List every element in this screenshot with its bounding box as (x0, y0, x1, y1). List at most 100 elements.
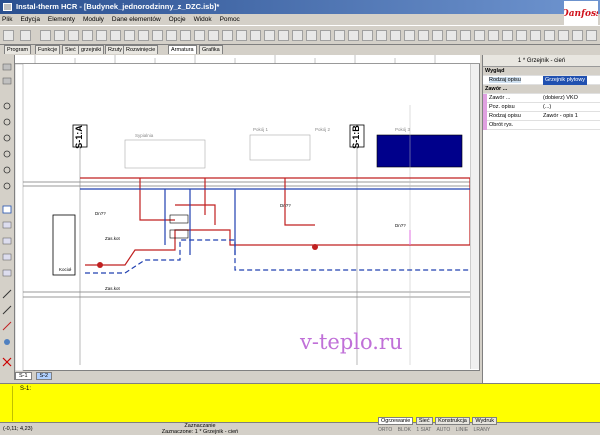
tab-siec[interactable]: Sieć (62, 45, 79, 54)
tool-icon[interactable] (236, 30, 247, 41)
tool-icon[interactable] (418, 30, 429, 41)
tool-icon[interactable] (334, 30, 345, 41)
mode-linie[interactable]: LINIE (456, 427, 469, 433)
tool-icon[interactable] (530, 30, 541, 41)
mode-indicators: ORTO BLOK 1 SIAT AUTO LINIE LRANY (378, 427, 494, 433)
vertical-scrollbar[interactable] (470, 64, 479, 369)
mode-lrany[interactable]: LRANY (474, 427, 491, 433)
row-marker (483, 121, 487, 130)
tool-icon[interactable] (124, 30, 135, 41)
pipe-label: Dn?? (395, 223, 406, 228)
tool-icon[interactable] (96, 30, 107, 41)
pipe-label: Dn?? (280, 203, 291, 208)
tool-icon[interactable] (572, 30, 583, 41)
tool-icon[interactable] (376, 30, 387, 41)
tool-icon[interactable] (54, 30, 65, 41)
menu-plik[interactable]: Plik (2, 16, 12, 23)
tab-konstrukcja[interactable]: Konstrukcja (435, 417, 470, 425)
property-row[interactable]: Obrót rys. (483, 121, 600, 130)
room-label: Pokój 3 (395, 127, 411, 132)
mode-orto[interactable]: ORTO (378, 427, 392, 433)
selection-status: Zaznaczanie Zaznaczone: 1 * Grzejnik - c… (161, 423, 239, 435)
mode-siat[interactable]: 1 SIAT (416, 427, 431, 433)
tab-grzejniki[interactable]: grzejniki (78, 45, 105, 54)
tool-icon[interactable] (348, 30, 359, 41)
app-icon (3, 3, 12, 11)
tool-icon[interactable] (68, 30, 79, 41)
danfoss-logo: Danfoss (564, 1, 598, 25)
output-pane: S-1: (0, 383, 600, 423)
tool-icon[interactable] (278, 30, 289, 41)
tool-icon[interactable] (264, 30, 275, 41)
tool-icon[interactable] (362, 30, 373, 41)
select-tool-icon[interactable] (3, 30, 14, 41)
menu-moduly[interactable]: Moduły (83, 16, 104, 23)
tool-icon[interactable] (320, 30, 331, 41)
tab-rozwiniecie[interactable]: Rozwinięcie (123, 45, 159, 54)
pipe-label: Dn?? (95, 211, 106, 216)
tab-program[interactable]: Program (4, 45, 32, 54)
menu-pomoc[interactable]: Pomoc (220, 16, 240, 23)
tool-icon[interactable] (446, 30, 457, 41)
tool-icon[interactable] (502, 30, 513, 41)
mode-auto[interactable]: AUTO (436, 427, 450, 433)
tool-icon[interactable] (82, 30, 93, 41)
tab-grafika[interactable]: Grafika (199, 45, 223, 54)
sheet-tab-s2[interactable]: S-2 (35, 372, 53, 380)
cursor-coords: (-0,11; 4,23) (3, 426, 33, 432)
tool-icon[interactable] (166, 30, 177, 41)
module-tabs: Program Funkcje Sieć grzejniki Rzuty Roz… (0, 45, 600, 55)
tool-icon[interactable] (488, 30, 499, 41)
tab-armatura[interactable]: Armatura (168, 45, 197, 54)
tool-icon[interactable] (404, 30, 415, 41)
tool-icon[interactable] (208, 30, 219, 41)
tool-icon[interactable] (516, 30, 527, 41)
tool-icon[interactable] (110, 30, 121, 41)
tool-icon[interactable] (544, 30, 555, 41)
menu-elementy[interactable]: Elementy (48, 16, 75, 23)
tab-funkcje[interactable]: Funkcje (35, 45, 61, 54)
left-toolbar-glyphs (2, 63, 12, 367)
pointer-dropdown-icon[interactable] (20, 30, 31, 41)
menu-widok[interactable]: Widok (194, 16, 212, 23)
tool-icon[interactable] (138, 30, 149, 41)
tab-wydruk[interactable]: Wydruk (472, 417, 497, 425)
property-row[interactable]: Zawór ... (dobierz) VKO (483, 94, 600, 103)
menu-dane-elementow[interactable]: Dane elementów (112, 16, 161, 23)
properties-header: 1 * Grzejnik - cień (483, 55, 600, 67)
tool-icon[interactable] (474, 30, 485, 41)
tab-ogrzewanie[interactable]: Ogrzewanie (378, 417, 414, 425)
property-row[interactable]: Rodzaj opisu Grzejnik płytowy (483, 76, 600, 85)
sheet-tab-s1[interactable]: S-1 (15, 372, 32, 380)
tool-icon[interactable] (390, 30, 401, 41)
section-wyglad: Wygląd (483, 67, 600, 76)
property-row[interactable]: Rodzaj opisu Zawór - opis 1 (483, 112, 600, 121)
boiler-label: Kocioł (59, 267, 71, 272)
property-row[interactable]: Poz. opisu (...) (483, 103, 600, 112)
schematic[interactable]: S-1:A S-1:B Kocioł Sypialnia Pokój 1 Pok… (15, 55, 480, 371)
tool-icon[interactable] (152, 30, 163, 41)
svg-text:Danfoss: Danfoss (564, 9, 598, 19)
tool-icon[interactable] (194, 30, 205, 41)
property-select[interactable]: Grzejnik płytowy (543, 76, 588, 85)
tool-icon[interactable] (292, 30, 303, 41)
tab-siec-bottom[interactable]: Sieć (415, 417, 433, 425)
mode-blok[interactable]: BLOK (398, 427, 411, 433)
play-icon[interactable] (306, 30, 317, 41)
room-label: Sypialnia (135, 133, 154, 138)
supply-label: Zas.kot (105, 236, 121, 241)
tool-icon[interactable] (40, 30, 51, 41)
tool-icon[interactable] (432, 30, 443, 41)
title-bar: Instal-therm HCR - [Budynek_jednorodzinn… (0, 0, 600, 14)
menu-opcje[interactable]: Opcje (169, 16, 186, 23)
properties-panel: 1 * Grzejnik - cień Wygląd Rodzaj opisu … (482, 55, 600, 383)
tool-icon[interactable] (558, 30, 569, 41)
tool-icon[interactable] (222, 30, 233, 41)
tool-icon[interactable] (460, 30, 471, 41)
tool-icon[interactable] (250, 30, 261, 41)
tool-icon[interactable] (180, 30, 191, 41)
menu-edycja[interactable]: Edycja (20, 16, 40, 23)
tool-icon[interactable] (586, 30, 597, 41)
bottom-tabs: Ogrzewanie Sieć Konstrukcja Wydruk (378, 417, 498, 426)
sheet-tabs: S-1 S-2 (15, 372, 215, 381)
